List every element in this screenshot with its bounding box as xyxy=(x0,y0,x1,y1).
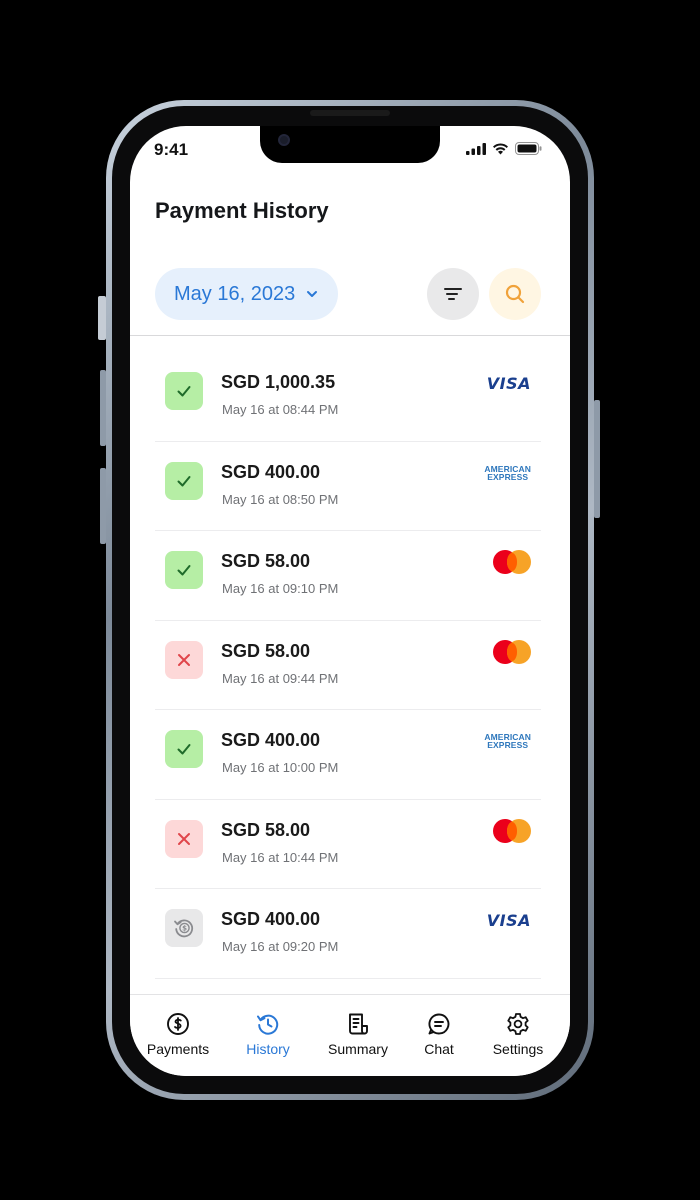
card-logo xyxy=(493,818,531,844)
amex-logo: AMERICAN EXPRESS xyxy=(484,464,531,482)
visa-logo: VISA xyxy=(486,373,531,393)
transaction-time: May 16 at 08:44 PM xyxy=(222,402,339,417)
status-bar: 9:41 xyxy=(130,126,570,174)
status-time: 9:41 xyxy=(154,140,189,159)
mastercard-logo xyxy=(493,550,531,574)
date-label: May 16, 2023 xyxy=(174,282,296,305)
nav-payments[interactable]: Payments xyxy=(133,1011,223,1057)
transaction-row[interactable]: SGD 400.00 May 16 at 08:50 PM AMERICAN EXPR… xyxy=(155,442,541,531)
signal-icon xyxy=(466,142,486,155)
transaction-list: SGD 1,000.35 May 16 at 08:44 PM VISA SGD 40… xyxy=(155,352,541,979)
transaction-amount: SGD 400.00 xyxy=(221,730,321,750)
nav-history[interactable]: History xyxy=(223,1011,313,1057)
card-logo xyxy=(493,639,531,665)
filter-icon xyxy=(444,288,462,300)
check-icon xyxy=(177,475,191,486)
nav-settings[interactable]: Settings xyxy=(473,1011,563,1057)
transaction-amount: SGD 400.00 xyxy=(221,909,321,929)
battery-icon xyxy=(515,142,542,155)
page-title: Payment History xyxy=(155,198,329,223)
status-success-badge xyxy=(165,730,203,768)
visa-logo: VISA xyxy=(486,910,531,930)
gear-icon xyxy=(507,1013,529,1035)
status-icons xyxy=(466,142,542,155)
transaction-row[interactable]: SGD 58.00 May 16 at 09:10 PM xyxy=(155,531,541,621)
svg-text:$: $ xyxy=(182,925,187,933)
wifi-icon xyxy=(493,142,508,154)
transaction-row[interactable]: SGD 58.00 May 16 at 10:44 PM xyxy=(155,800,541,889)
check-icon xyxy=(177,386,191,397)
status-failed-badge xyxy=(165,640,203,679)
status-failed-badge xyxy=(165,819,203,858)
screen: 9:41 Payment History May 16, 2023 SGD 1,… xyxy=(130,126,570,1076)
status-success-badge xyxy=(165,372,203,410)
header-divider xyxy=(130,335,570,336)
transaction-time: May 16 at 10:00 PM xyxy=(222,760,339,775)
transaction-time: May 16 at 09:44 PM xyxy=(222,670,339,686)
transaction-row[interactable]: $ SGD 400.00 May 16 at 09:20 PM VISA xyxy=(155,889,541,979)
status-refund-badge: $ xyxy=(165,909,203,947)
card-logo: VISA xyxy=(487,370,531,396)
amex-line-2: EXPRESS xyxy=(487,471,529,482)
transaction-row[interactable]: SGD 1,000.35 May 16 at 08:44 PM VISA xyxy=(155,352,541,442)
amex-line-2: EXPRESS xyxy=(487,740,529,750)
transaction-row[interactable]: SGD 400.00 May 16 at 10:00 PM AMERICAN EXPR… xyxy=(155,710,541,800)
transaction-time: May 16 at 09:20 PM xyxy=(222,939,339,954)
close-icon xyxy=(178,832,190,845)
history-icon xyxy=(257,1014,279,1035)
close-icon xyxy=(178,653,190,666)
transaction-time: May 16 at 08:50 PM xyxy=(222,491,339,507)
amex-logo: AMERICAN EXPRESS xyxy=(484,733,531,750)
nav-chat[interactable]: Chat xyxy=(394,1011,484,1057)
nav-label: Payments xyxy=(146,1041,210,1057)
mastercard-logo xyxy=(493,818,531,843)
bottom-navigation: Payments History Summary Chat Settings xyxy=(130,994,570,1076)
filter-button[interactable] xyxy=(427,268,479,320)
side-button-volume-up xyxy=(100,370,106,446)
transaction-amount: SGD 1,000.35 xyxy=(221,372,336,392)
side-button-silent xyxy=(98,296,106,340)
date-selector[interactable]: May 16, 2023 xyxy=(155,268,338,320)
search-icon xyxy=(505,284,525,304)
chat-icon xyxy=(428,1013,450,1035)
transaction-amount: SGD 58.00 xyxy=(221,551,311,571)
nav-summary[interactable]: Summary xyxy=(313,1011,403,1057)
transaction-amount: SGD 58.00 xyxy=(221,819,311,840)
transaction-time: May 16 at 09:10 PM xyxy=(222,581,339,596)
status-success-badge xyxy=(165,551,203,589)
transaction-row[interactable]: SGD 58.00 May 16 at 09:44 PM xyxy=(155,621,541,710)
refund-icon: $ xyxy=(174,919,194,938)
check-icon xyxy=(177,744,191,755)
earpiece-speaker xyxy=(310,110,390,116)
check-icon xyxy=(177,565,191,576)
card-logo: AMERICAN EXPRESS xyxy=(484,728,531,754)
search-button[interactable] xyxy=(489,268,541,320)
status-success-badge xyxy=(165,461,203,500)
transaction-amount: SGD 58.00 xyxy=(221,640,311,661)
side-button-volume-down xyxy=(100,468,106,544)
nav-label: Summary xyxy=(328,1041,388,1057)
card-logo xyxy=(493,549,531,575)
nav-label: Chat xyxy=(424,1041,454,1057)
card-logo: VISA xyxy=(487,907,531,933)
card-logo: AMERICAN EXPRESS xyxy=(484,460,531,486)
nav-label: Settings xyxy=(492,1041,544,1057)
transaction-amount: SGD 400.00 xyxy=(221,461,321,482)
receipt-icon xyxy=(349,1013,368,1035)
side-button-power xyxy=(594,400,600,518)
nav-label: History xyxy=(246,1041,290,1057)
dollar-circle-icon xyxy=(167,1013,189,1035)
chevron-down-icon xyxy=(307,291,318,297)
transaction-time: May 16 at 10:44 PM xyxy=(222,849,339,865)
mastercard-logo xyxy=(493,639,531,664)
